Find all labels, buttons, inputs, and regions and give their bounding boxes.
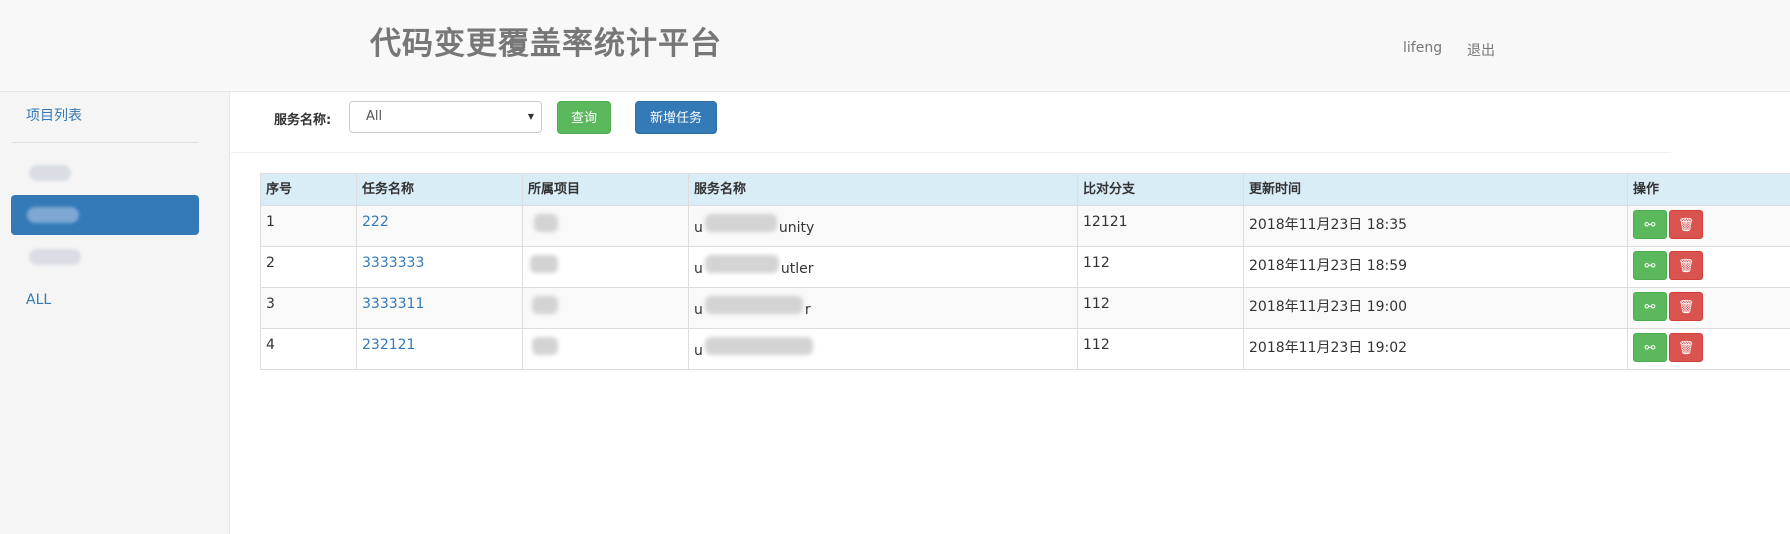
column-header-branch: 比对分支 — [1077, 173, 1244, 206]
redacted-service — [703, 337, 815, 355]
service-prefix: u — [694, 343, 703, 359]
cell-index: 3 — [260, 287, 357, 329]
task-link[interactable]: 3333311 — [362, 296, 424, 312]
trash-icon[interactable]: 🗑 — [1669, 210, 1703, 239]
top-navbar: 代码变更覆盖率统计平台 lifeng 退出 — [0, 0, 1790, 92]
cell-updated: 2018年11月23日 18:59 — [1243, 246, 1628, 288]
sidebar-item-project-1[interactable] — [11, 153, 199, 193]
cell-project — [522, 246, 689, 288]
trash-icon[interactable]: 🗑 — [1669, 251, 1703, 280]
cell-task-name: 3333311 — [356, 287, 523, 329]
table-header-row: 序号 任务名称 所属项目 服务名称 比对分支 更新时间 操作 — [260, 173, 1790, 206]
plug-icon[interactable]: ⚯ — [1633, 251, 1667, 280]
new-task-button[interactable]: 新增任务 — [635, 101, 717, 134]
sidebar-header: 项目列表 — [26, 108, 82, 124]
cell-branch: 112 — [1077, 246, 1244, 288]
service-suffix: r — [804, 302, 811, 318]
task-link[interactable]: 222 — [362, 214, 389, 230]
plug-icon[interactable]: ⚯ — [1633, 333, 1667, 362]
redacted-project — [528, 214, 562, 232]
cell-actions: ⚯ 🗑 — [1627, 328, 1790, 370]
redacted-project — [528, 337, 562, 355]
column-header-updated: 更新时间 — [1243, 173, 1628, 206]
task-table-container: 序号 任务名称 所属项目 服务名称 比对分支 更新时间 操作 1 222 u un… — [260, 173, 1790, 370]
cell-task-name: 222 — [356, 205, 523, 247]
toolbar-divider — [231, 152, 1671, 153]
cell-updated: 2018年11月23日 18:35 — [1243, 205, 1628, 247]
service-prefix: u — [694, 220, 703, 236]
sidebar: 项目列表 ALL — [0, 92, 230, 534]
redacted-service — [703, 214, 779, 232]
column-header-actions: 操作 — [1627, 173, 1790, 206]
column-header-task-name: 任务名称 — [356, 173, 523, 206]
plug-icon[interactable]: ⚯ — [1633, 292, 1667, 321]
trash-icon[interactable]: 🗑 — [1669, 333, 1703, 362]
logout-link[interactable]: 退出 — [1467, 40, 1495, 60]
caret-down-icon: ▼ — [527, 112, 534, 121]
redacted-service — [703, 296, 805, 314]
cell-branch: 112 — [1077, 287, 1244, 329]
service-select[interactable]: All ▼ — [349, 101, 542, 133]
cell-actions: ⚯ 🗑 — [1627, 287, 1790, 329]
service-name-label: 服务名称: — [274, 113, 332, 128]
plug-icon[interactable]: ⚯ — [1633, 210, 1667, 239]
redacted-label — [27, 207, 79, 223]
task-table: 序号 任务名称 所属项目 服务名称 比对分支 更新时间 操作 1 222 u un… — [260, 173, 1790, 370]
sidebar-item-all[interactable]: ALL — [26, 292, 51, 308]
redacted-label — [29, 165, 71, 181]
cell-index: 1 — [260, 205, 357, 247]
page-title: 代码变更覆盖率统计平台 — [370, 26, 722, 62]
cell-updated: 2018年11月23日 19:00 — [1243, 287, 1628, 329]
table-row: 3 3333311 ur 112 2018年11月23日 19:00 ⚯ 🗑 — [260, 287, 1790, 329]
sidebar-item-project-2[interactable] — [11, 195, 199, 235]
cell-service: u unity — [688, 205, 1078, 247]
column-header-project: 所属项目 — [522, 173, 689, 206]
current-user[interactable]: lifeng — [1403, 40, 1442, 56]
cell-project — [522, 287, 689, 329]
cell-branch: 12121 — [1077, 205, 1244, 247]
cell-index: 2 — [260, 246, 357, 288]
table-row: 1 222 u unity 12121 2018年11月23日 18:35 ⚯ 🗑 — [260, 205, 1790, 247]
cell-task-name: 232121 — [356, 328, 523, 370]
cell-task-name: 3333333 — [356, 246, 523, 288]
task-link[interactable]: 232121 — [362, 337, 415, 353]
redacted-project — [528, 255, 562, 273]
cell-branch: 112 — [1077, 328, 1244, 370]
service-prefix: u — [694, 302, 703, 318]
service-select-value: All — [366, 109, 383, 124]
sidebar-divider — [12, 142, 198, 143]
service-prefix: u — [694, 261, 703, 277]
table-row: 2 3333333 u utler 112 2018年11月23日 18:59 ⚯… — [260, 246, 1790, 288]
cell-project — [522, 205, 689, 247]
cell-actions: ⚯ 🗑 — [1627, 205, 1790, 247]
sidebar-item-project-3[interactable] — [11, 237, 199, 277]
cell-index: 4 — [260, 328, 357, 370]
service-suffix: utler — [780, 261, 814, 277]
task-link[interactable]: 3333333 — [362, 255, 424, 271]
query-button[interactable]: 查询 — [557, 101, 611, 134]
cell-service: u utler — [688, 246, 1078, 288]
redacted-service — [703, 255, 781, 273]
cell-service: u — [688, 328, 1078, 370]
cell-actions: ⚯ 🗑 — [1627, 246, 1790, 288]
cell-project — [522, 328, 689, 370]
redacted-label — [29, 249, 81, 265]
cell-service: ur — [688, 287, 1078, 329]
column-header-service: 服务名称 — [688, 173, 1078, 206]
cell-updated: 2018年11月23日 19:02 — [1243, 328, 1628, 370]
trash-icon[interactable]: 🗑 — [1669, 292, 1703, 321]
column-header-index: 序号 — [260, 173, 357, 206]
redacted-project — [528, 296, 562, 314]
table-row: 4 232121 u 112 2018年11月23日 19:02 ⚯ 🗑 — [260, 328, 1790, 370]
service-suffix: unity — [778, 220, 815, 236]
